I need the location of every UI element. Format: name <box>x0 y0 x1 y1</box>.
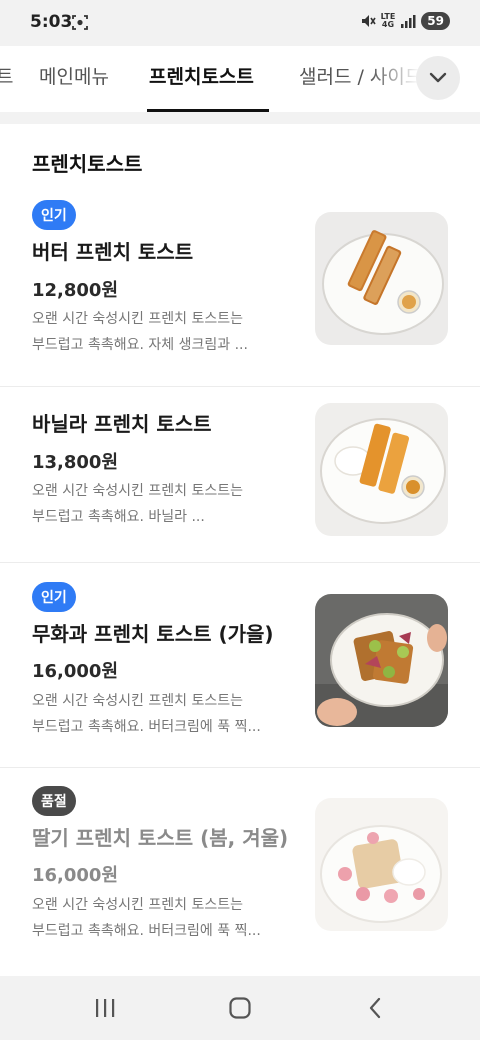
item-separator <box>0 767 480 768</box>
section-title: 프렌치토스트 <box>32 152 143 176</box>
item-description-line-2: 부드럽고 촉촉해요. 자체 생크림과 ... <box>32 337 248 353</box>
item-photo <box>315 403 448 536</box>
item-price: 12,800원 <box>32 280 119 301</box>
status-time: 5:03 <box>30 12 73 32</box>
tab-main-menu[interactable]: 메인메뉴 <box>39 62 109 89</box>
item-description-line-1: 오랜 시간 숙성시킨 프렌치 토스트는 <box>32 311 243 327</box>
item-photo <box>315 798 448 931</box>
system-nav-bar <box>0 976 480 1040</box>
tab-french-toast[interactable]: 프렌치토스트 <box>149 62 254 89</box>
home-button[interactable] <box>225 994 255 1022</box>
item-description-line-1: 오랜 시간 숙성시킨 프렌치 토스트는 <box>32 483 243 499</box>
screen-record-icon <box>72 15 88 30</box>
item-price: 16,000원 <box>32 865 119 886</box>
item-description-line-1: 오랜 시간 숙성시킨 프렌치 토스트는 <box>32 693 243 709</box>
item-description: 오랜 시간 숙성시킨 프렌치 토스트는 부드럽고 촉촉해요. 바닐라 ... <box>32 478 294 530</box>
item-description: 오랜 시간 숙성시킨 프렌치 토스트는 부드럽고 촉촉해요. 버터크림에 푹 찍… <box>32 688 294 740</box>
item-photo <box>315 594 448 727</box>
item-description: 오랜 시간 숙성시킨 프렌치 토스트는 부드럽고 촉촉해요. 버터크림에 푹 찍… <box>32 892 294 944</box>
item-name: 무화과 프렌치 토스트 (가을) <box>32 622 274 646</box>
home-icon <box>229 997 251 1019</box>
battery-indicator: 59 <box>421 12 450 30</box>
back-button[interactable] <box>360 994 390 1022</box>
item-name: 버터 프렌치 토스트 <box>32 240 194 264</box>
item-photo <box>315 212 448 345</box>
item-name: 바닐라 프렌치 토스트 <box>32 412 212 436</box>
soldout-badge: 품절 <box>32 786 76 816</box>
recents-icon <box>96 999 115 1017</box>
item-name: 딸기 프렌치 토스트 (봄, 겨울) <box>32 826 289 850</box>
signal-icon <box>401 15 416 28</box>
item-description-line-1: 오랜 시간 숙성시킨 프렌치 토스트는 <box>32 897 243 913</box>
category-tab-bar: 트 메인메뉴 프렌치토스트 샐러드 / 사이드 <box>0 46 480 112</box>
item-separator <box>0 386 480 387</box>
status-bar: 5:03 LTE 4G 59 <box>0 0 480 46</box>
item-description: 오랜 시간 숙성시킨 프렌치 토스트는 부드럽고 촉촉해요. 자체 생크림과 .… <box>32 306 294 358</box>
item-description-line-2: 부드럽고 촉촉해요. 버터크림에 푹 찍... <box>32 923 261 939</box>
network-type: LTE 4G <box>381 13 396 29</box>
section-divider <box>0 112 480 124</box>
tab-previous[interactable]: 트 <box>0 62 13 89</box>
item-price: 13,800원 <box>32 452 119 473</box>
chevron-down-icon <box>429 72 447 83</box>
recents-button[interactable] <box>90 994 120 1022</box>
popular-badge: 인기 <box>32 582 76 612</box>
mute-icon <box>361 15 376 27</box>
item-price: 16,000원 <box>32 661 119 682</box>
item-separator <box>0 562 480 563</box>
network-4g: 4G <box>381 20 395 29</box>
expand-tabs-button[interactable] <box>416 56 460 100</box>
item-description-line-2: 부드럽고 촉촉해요. 바닐라 ... <box>32 509 205 525</box>
back-icon <box>369 997 381 1019</box>
popular-badge: 인기 <box>32 200 76 230</box>
item-description-line-2: 부드럽고 촉촉해요. 버터크림에 푹 찍... <box>32 719 261 735</box>
